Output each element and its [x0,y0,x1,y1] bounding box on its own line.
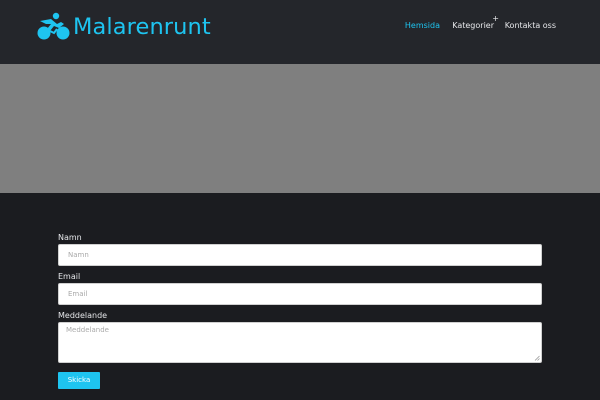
name-field[interactable] [58,244,542,266]
categories-expand-icon[interactable]: + [492,14,499,24]
cyclist-icon [37,12,70,40]
nav-item-contact[interactable]: Kontakta oss [505,20,556,32]
message-label: Meddelande [58,311,108,320]
brand-name: Malarenrunt [73,13,211,40]
nav-item-home[interactable]: Hemsida [405,20,440,32]
nav-item-categories[interactable]: Kategorier [452,20,494,32]
resize-grip-icon[interactable] [534,355,540,361]
submit-button[interactable]: Skicka [58,372,100,389]
message-field[interactable] [58,322,542,363]
email-label: Email [58,272,81,281]
logo-link[interactable]: Malarenrunt [37,11,211,43]
site-header: Malarenrunt Hemsida Kategorier + Kontakt… [0,0,600,64]
email-field[interactable] [58,283,542,305]
hero-banner [0,64,600,193]
name-label: Namn [58,233,82,242]
